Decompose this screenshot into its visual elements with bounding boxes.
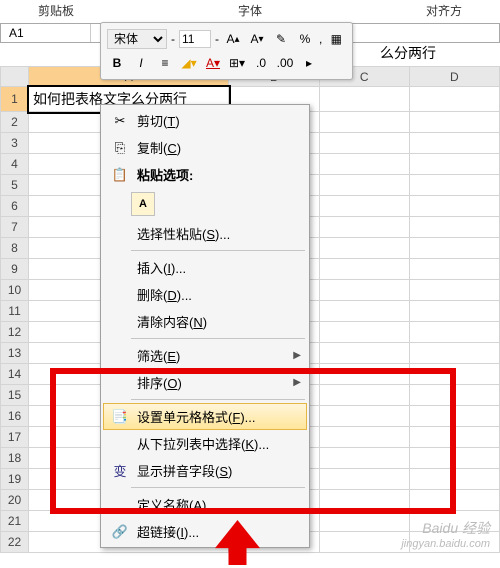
font-size-input[interactable] [179,30,211,48]
menu-hyperlink[interactable]: 🔗 超链接(I)... [103,518,307,545]
ribbon-clipboard-label: 剪贴板 [30,0,82,21]
fill-color-icon[interactable]: ◢▾ [179,53,199,73]
menu-copy[interactable]: ⎘ 复制(C) [103,134,307,161]
menu-filter[interactable]: 筛选(E) ▶ [103,342,307,369]
pinyin-icon: 变 [109,461,131,480]
paste-options-row: A [103,188,307,220]
formula-content-tail: 么分两行 [380,43,436,63]
copy-icon: ⎘ [109,140,131,156]
menu-show-pinyin[interactable]: 变 显示拼音字段(S) [103,457,307,484]
menu-format-cells[interactable]: 📑 设置单元格格式(F)... [103,403,307,430]
menu-sort[interactable]: 排序(O) ▶ [103,369,307,396]
row-header[interactable]: 14 [1,364,29,385]
row-header[interactable]: 4 [1,154,29,175]
mini-toolbar: 宋体 - - A▴ A▾ ✎ % , ▦ B I ≡ ◢▾ A▾ ⊞▾ .0 .… [100,22,353,80]
shrink-font-icon[interactable]: A▾ [247,29,267,49]
indent-icon[interactable]: ▸ [299,53,319,73]
merge-cells-icon[interactable]: ▦ [326,29,346,49]
watermark: Baidu 经验 jingyan.baidu.com [401,518,490,550]
menu-paste-special[interactable]: 选择性粘贴(S)... [103,220,307,247]
menu-cut[interactable]: ✂ 剪切(T) [103,107,307,134]
row-header[interactable]: 7 [1,217,29,238]
scissors-icon: ✂ [109,113,131,129]
ribbon-align-label: 对齐方 [418,0,470,21]
row-header[interactable]: 2 [1,112,29,133]
hyperlink-icon: 🔗 [109,524,131,540]
menu-paste-options-label: 📋 粘贴选项: [103,161,307,188]
row-header[interactable]: 21 [1,511,29,532]
menu-insert[interactable]: 插入(I)... [103,254,307,281]
row-header[interactable]: 9 [1,259,29,280]
row-header[interactable]: 12 [1,322,29,343]
col-header[interactable]: D [409,67,499,87]
menu-pick-from-dropdown[interactable]: 从下拉列表中选择(K)... [103,430,307,457]
row-header[interactable]: 1 [1,87,29,112]
row-header[interactable]: 8 [1,238,29,259]
font-color-icon[interactable]: A▾ [203,53,223,73]
row-header[interactable]: 22 [1,532,29,553]
row-header[interactable]: 13 [1,343,29,364]
menu-delete[interactable]: 删除(D)... [103,281,307,308]
row-header[interactable]: 6 [1,196,29,217]
annotation-arrow-icon [215,520,260,568]
row-header[interactable]: 18 [1,448,29,469]
font-family-select[interactable]: 宋体 [107,29,167,49]
format-painter-icon[interactable]: ✎ [271,29,291,49]
paste-icon: 📋 [109,167,131,183]
ribbon-font-label: 字体 [230,0,270,21]
submenu-arrow-icon: ▶ [293,350,301,361]
submenu-arrow-icon: ▶ [293,377,301,388]
decimal-inc-icon[interactable]: .0 [251,53,271,73]
percent-icon[interactable]: % [295,29,315,49]
row-header[interactable]: 19 [1,469,29,490]
cell-reference-box[interactable]: A1 [1,24,91,42]
paste-option-button[interactable]: A [131,192,155,216]
decimal-dec-icon[interactable]: .00 [275,53,295,73]
italic-button[interactable]: I [131,53,151,73]
menu-define-name[interactable]: 定义名称(A)... [103,491,307,518]
row-header[interactable]: 3 [1,133,29,154]
row-header[interactable]: 11 [1,301,29,322]
select-all-corner[interactable] [1,67,29,87]
row-header[interactable]: 15 [1,385,29,406]
format-cells-icon: 📑 [109,409,131,425]
bold-button[interactable]: B [107,53,127,73]
row-header[interactable]: 10 [1,280,29,301]
row-header[interactable]: 16 [1,406,29,427]
context-menu: ✂ 剪切(T) ⎘ 复制(C) 📋 粘贴选项: A 选择性粘贴(S)... 插入… [100,104,310,548]
row-header[interactable]: 5 [1,175,29,196]
row-header[interactable]: 20 [1,490,29,511]
row-header[interactable]: 17 [1,427,29,448]
borders-icon[interactable]: ⊞▾ [227,53,247,73]
menu-clear-contents[interactable]: 清除内容(N) [103,308,307,335]
align-icon[interactable]: ≡ [155,53,175,73]
grow-font-icon[interactable]: A▴ [223,29,243,49]
